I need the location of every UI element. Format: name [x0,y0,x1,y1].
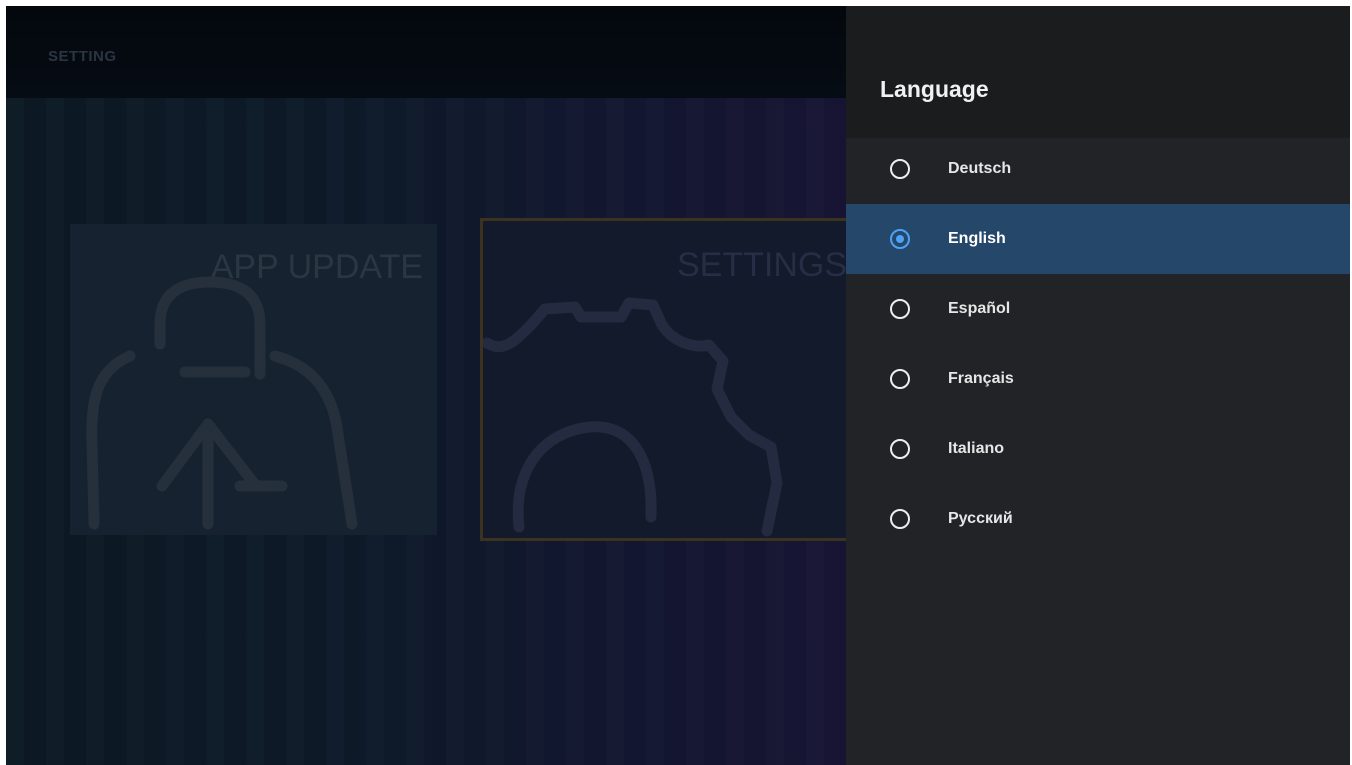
language-option-label: Español [948,300,1011,317]
language-option-espanol[interactable]: Español [846,274,1350,344]
settings-tile[interactable]: SETTINGS [480,218,846,541]
language-option-russian[interactable]: Русский [846,484,1350,554]
radio-button-icon[interactable] [890,229,910,249]
gear-icon [483,297,783,537]
language-option-label: Deutsch [948,160,1012,177]
language-option-english[interactable]: English [846,204,1350,274]
background-app: SETTING APP UPDATE SETTINGS [6,6,846,765]
language-option-label: Français [948,370,1014,387]
radio-dot-icon [895,234,904,243]
language-panel-header: Language [846,6,1350,138]
background-header: SETTING [6,6,846,98]
language-option-label: Italiano [948,440,1005,457]
app-update-icon [86,276,358,530]
app-update-tile[interactable]: APP UPDATE [70,224,437,535]
language-option-italiano[interactable]: Italiano [846,414,1350,484]
radio-button-icon[interactable] [890,159,910,179]
language-options-list: Deutsch English Español Français Italian… [846,134,1350,554]
language-option-deutsch[interactable]: Deutsch [846,134,1350,204]
language-panel: Language Deutsch English Español Françai… [846,6,1350,765]
page-title: SETTING [48,48,117,65]
language-panel-title: Language [880,76,989,102]
language-option-francais[interactable]: Français [846,344,1350,414]
tv-screen: SETTING APP UPDATE SETTINGS Language Deu… [6,6,1350,765]
radio-button-icon[interactable] [890,439,910,459]
language-option-label: English [948,230,1006,247]
radio-button-icon[interactable] [890,369,910,389]
radio-button-icon[interactable] [890,509,910,529]
radio-button-icon[interactable] [890,299,910,319]
language-option-label: Русский [948,510,1013,527]
